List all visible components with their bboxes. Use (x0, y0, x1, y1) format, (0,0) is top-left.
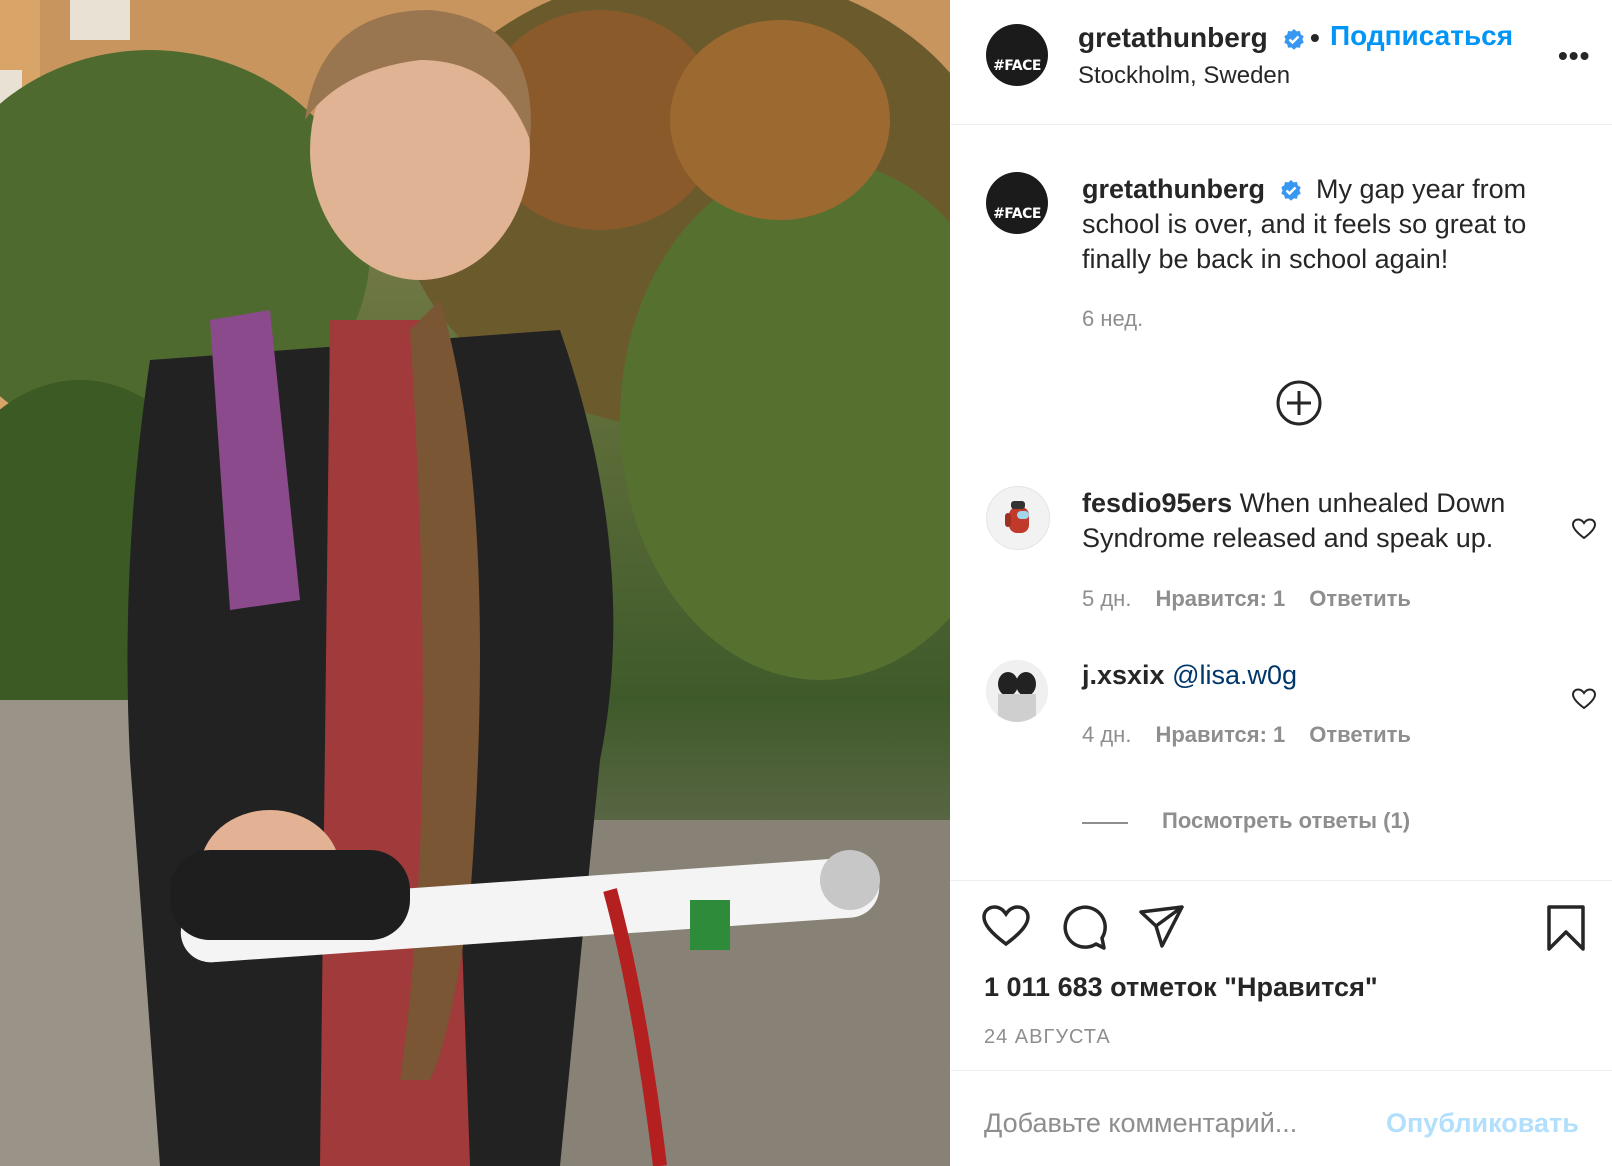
comment-heart-icon[interactable] (1572, 688, 1596, 710)
comment-icon[interactable] (1060, 904, 1108, 952)
comment-mention-link[interactable]: @lisa.w0g (1172, 660, 1297, 690)
comment-2: j.xsxix @lisa.w0g (1082, 658, 1542, 693)
reply-button[interactable]: Ответить (1309, 722, 1411, 747)
comment-input[interactable]: Добавьте комментарий... (984, 1108, 1297, 1139)
verified-badge-icon (1280, 179, 1301, 201)
publish-button[interactable]: Опубликовать (1386, 1108, 1579, 1139)
verified-badge-icon (1283, 28, 1304, 50)
post-date[interactable]: 24 АВГУСТА (984, 1026, 1111, 1049)
location-link[interactable]: Stockholm, Sweden (1078, 62, 1290, 90)
comment-likes[interactable]: Нравится: 1 (1155, 586, 1285, 611)
post-photo[interactable] (0, 0, 950, 1166)
caption-username[interactable]: gretathunberg (1082, 174, 1265, 204)
author-username-link[interactable]: gretathunberg (1078, 22, 1306, 54)
actions-divider (950, 880, 1612, 881)
comment-username[interactable]: j.xsxix (1082, 660, 1165, 690)
comment-age: 4 дн. (1082, 722, 1132, 747)
share-icon[interactable] (1138, 904, 1186, 950)
comment-heart-icon[interactable] (1572, 518, 1596, 540)
follow-button[interactable]: Подписаться (1330, 20, 1513, 52)
comment-1: fesdio95ers When unhealed Down Syndrome … (1082, 486, 1542, 556)
comment-age: 5 дн. (1082, 586, 1132, 611)
post-caption: gretathunberg My gap year from school is… (1082, 172, 1582, 277)
input-divider (950, 1070, 1612, 1071)
commenter-avatar[interactable] (986, 486, 1050, 550)
replies-line (1082, 822, 1128, 824)
comment-username[interactable]: fesdio95ers (1082, 488, 1232, 518)
commenter-avatar[interactable] (986, 660, 1048, 722)
more-icon[interactable]: ••• (1558, 40, 1590, 72)
instagram-post: #FACE gretathunberg • Подписаться Stockh… (0, 0, 1612, 1166)
likes-count[interactable]: 1 011 683 отметок "Нравится" (984, 972, 1378, 1003)
heart-icon[interactable] (982, 904, 1030, 948)
separator-dot: • (1310, 22, 1320, 53)
caption-age: 6 нед. (1082, 306, 1144, 331)
amongus-icon (1005, 501, 1029, 533)
avatar-label: #FACE (993, 58, 1041, 74)
author-username: gretathunberg (1078, 22, 1268, 53)
comment-likes[interactable]: Нравится: 1 (1155, 722, 1285, 747)
load-more-comments-icon[interactable] (1276, 380, 1322, 426)
avatar-photo (986, 660, 1048, 722)
bookmark-icon[interactable] (1546, 904, 1586, 952)
reply-button[interactable]: Ответить (1309, 586, 1411, 611)
avatar-label: #FACE (993, 206, 1041, 222)
author-avatar[interactable]: #FACE (986, 24, 1048, 86)
post-side-panel: #FACE gretathunberg • Подписаться Stockh… (950, 0, 1612, 1166)
header-divider (950, 124, 1612, 125)
photo-illustration (0, 0, 950, 1166)
comment-meta: 4 дн. Нравится: 1 Ответить (1082, 722, 1411, 748)
caption-avatar[interactable]: #FACE (986, 172, 1048, 234)
comment-meta: 5 дн. Нравится: 1 Ответить (1082, 586, 1411, 612)
view-replies-button[interactable]: Посмотреть ответы (1) (1162, 808, 1410, 834)
